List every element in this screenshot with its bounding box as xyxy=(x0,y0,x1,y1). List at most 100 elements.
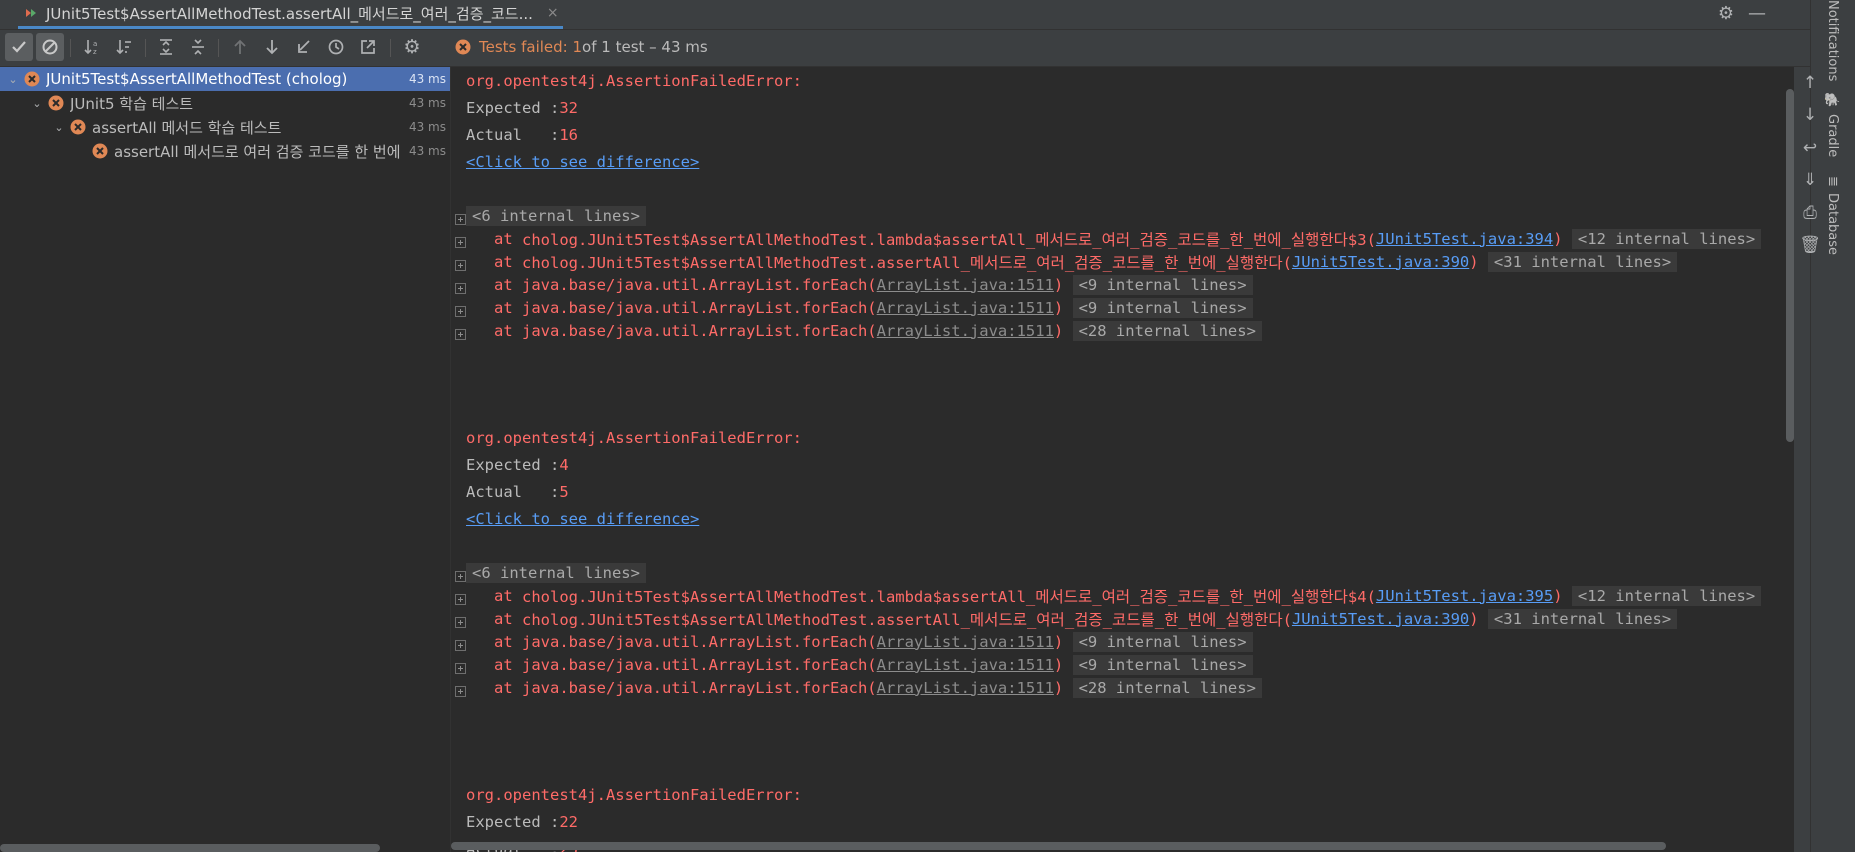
source-link[interactable]: JUnit5Test.java:390 xyxy=(1292,253,1469,271)
internal-lines-fold[interactable]: <12 internal lines> xyxy=(1571,228,1762,249)
internal-lines-fold[interactable]: <6 internal lines> xyxy=(466,562,646,583)
notifications-tool-button[interactable]: Notifications xyxy=(1825,0,1840,81)
scroll-up-icon[interactable]: ↑ xyxy=(1799,72,1821,94)
actual-line: Actual :5 xyxy=(466,478,569,505)
export-tests-button[interactable] xyxy=(354,33,382,61)
source-link[interactable]: ArrayList.java:1511 xyxy=(877,322,1054,340)
source-link[interactable]: JUnit5Test.java:390 xyxy=(1292,610,1469,628)
source-link[interactable]: ArrayList.java:1511 xyxy=(877,656,1054,674)
tree-node-assertall-study[interactable]: ⌄ assertAll 메서드 학습 테스트 43 ms xyxy=(0,115,450,139)
show-passed-button[interactable] xyxy=(5,33,33,61)
gradle-tool-button[interactable]: 🐘 Gradle xyxy=(1825,92,1840,157)
tree-node-assertall-test[interactable]: assertAll 메서드로 여러 검증 코드를 한 번에 43 ms xyxy=(0,139,450,163)
next-failed-button[interactable] xyxy=(258,33,286,61)
run-tab[interactable]: JUnit5Test$AssertAllMethodTest.assertAll… xyxy=(18,0,563,29)
expand-all-button[interactable] xyxy=(152,33,180,61)
tree-node-label: assertAll 메서드로 여러 검증 코드를 한 번에 xyxy=(114,142,401,161)
test-history-button[interactable] xyxy=(322,33,350,61)
stack-at: at xyxy=(466,275,522,294)
toolbar-separator xyxy=(70,39,71,57)
show-passed-icon xyxy=(12,41,26,53)
print-icon[interactable]: ⎙ xyxy=(1799,202,1821,224)
gear-icon[interactable]: ⚙ xyxy=(1718,3,1734,24)
chevron-down-icon[interactable]: ⌄ xyxy=(30,97,44,110)
error-line: org.opentest4j.AssertionFailedError: xyxy=(466,67,802,94)
tree-node-duration: 43 ms xyxy=(408,144,446,158)
svg-text:z: z xyxy=(93,48,97,56)
chevron-down-icon[interactable]: ⌄ xyxy=(6,73,20,86)
stack-at: at xyxy=(466,632,522,651)
source-link[interactable]: ArrayList.java:1511 xyxy=(877,633,1054,651)
fold-toggle-icon[interactable] xyxy=(455,686,466,697)
actual-line: Actual :16 xyxy=(466,121,578,148)
fold-toggle-icon[interactable] xyxy=(455,260,466,271)
stack-paren: ) xyxy=(1053,655,1073,674)
stack-paren: ) xyxy=(1053,678,1073,697)
toolbar-separator xyxy=(390,39,391,57)
tree-node-junit5-study[interactable]: ⌄ JUnit5 학습 테스트 43 ms xyxy=(0,91,450,115)
fold-toggle-icon[interactable] xyxy=(455,237,466,248)
internal-lines-fold[interactable]: <9 internal lines> xyxy=(1072,274,1253,295)
test-status: Tests failed: 1 of 1 test – 43 ms xyxy=(455,38,708,56)
expected-label: Expected : xyxy=(466,98,560,117)
actual-label: Actual : xyxy=(466,482,560,501)
sort-duration-button[interactable] xyxy=(110,33,138,61)
tree-horizontal-scrollbar[interactable] xyxy=(0,844,380,852)
sort-alpha-button[interactable]: az xyxy=(78,33,106,61)
fold-toggle-icon[interactable] xyxy=(455,571,466,582)
tree-node-duration: 43 ms xyxy=(408,120,446,134)
internal-lines-fold[interactable]: <12 internal lines> xyxy=(1571,585,1762,606)
stack-frame: cholog.JUnit5Test$AssertAllMethodTest.la… xyxy=(522,587,1376,606)
stack-frame: cholog.JUnit5Test$AssertAllMethodTest.as… xyxy=(522,610,1292,629)
fold-toggle-icon[interactable] xyxy=(455,283,466,294)
fold-toggle-icon[interactable] xyxy=(455,306,466,317)
console-horizontal-scrollbar[interactable] xyxy=(451,842,1666,850)
database-tool-button[interactable]: ≣ Database xyxy=(1825,176,1840,255)
chevron-down-icon[interactable]: ⌄ xyxy=(52,121,66,134)
history-icon xyxy=(328,39,344,55)
collapse-all-button[interactable] xyxy=(184,33,212,61)
tree-node-duration: 43 ms xyxy=(408,96,446,110)
toolbar-separator xyxy=(145,39,146,57)
error-line: org.opentest4j.AssertionFailedError: xyxy=(466,424,802,451)
source-link[interactable]: ArrayList.java:1511 xyxy=(877,276,1054,294)
previous-failed-button[interactable] xyxy=(226,33,254,61)
internal-lines-fold[interactable]: <31 internal lines> xyxy=(1487,608,1678,629)
internal-lines-fold[interactable]: <9 internal lines> xyxy=(1072,297,1253,318)
console-vertical-scrollbar[interactable] xyxy=(1786,89,1794,442)
source-link[interactable]: JUnit5Test.java:395 xyxy=(1376,587,1553,605)
internal-lines-fold[interactable]: <28 internal lines> xyxy=(1072,677,1262,698)
fold-toggle-icon[interactable] xyxy=(455,329,466,340)
fold-toggle-icon[interactable] xyxy=(455,594,466,605)
soft-wrap-icon[interactable]: ↩ xyxy=(1799,137,1821,159)
close-tab-icon[interactable]: × xyxy=(547,5,559,21)
source-link[interactable]: ArrayList.java:1511 xyxy=(877,679,1054,697)
next-failed-icon xyxy=(266,40,278,55)
stack-paren: ) xyxy=(1053,298,1073,317)
internal-lines-fold[interactable]: <31 internal lines> xyxy=(1487,251,1678,272)
import-tests-icon xyxy=(298,40,310,53)
internal-lines-fold[interactable]: <9 internal lines> xyxy=(1072,654,1253,675)
stack-at: at xyxy=(466,252,522,271)
scroll-down-icon[interactable]: ↓ xyxy=(1799,104,1821,126)
scroll-to-end-icon[interactable]: ⇓ xyxy=(1799,169,1821,191)
import-tests-button[interactable] xyxy=(290,33,318,61)
fold-toggle-icon[interactable] xyxy=(455,617,466,628)
minimize-icon[interactable]: — xyxy=(1748,3,1766,24)
previous-failed-icon xyxy=(234,39,246,54)
gradle-icon: 🐘 xyxy=(1825,92,1840,108)
internal-lines-fold[interactable]: <28 internal lines> xyxy=(1072,320,1262,341)
fold-toggle-icon[interactable] xyxy=(455,663,466,674)
fold-toggle-icon[interactable] xyxy=(455,640,466,651)
tree-node-root[interactable]: ⌄ JUnit5Test$AssertAllMethodTest (cholog… xyxy=(0,67,450,91)
clear-all-icon[interactable]: 🗑 xyxy=(1799,234,1821,256)
click-to-see-difference-link[interactable]: <Click to see difference> xyxy=(466,510,699,528)
settings-button[interactable]: ⚙ xyxy=(398,33,426,61)
internal-lines-fold[interactable]: <6 internal lines> xyxy=(466,205,646,226)
fold-toggle-icon[interactable] xyxy=(455,214,466,225)
show-ignored-button[interactable] xyxy=(36,33,64,61)
source-link[interactable]: JUnit5Test.java:394 xyxy=(1376,230,1553,248)
source-link[interactable]: ArrayList.java:1511 xyxy=(877,299,1054,317)
internal-lines-fold[interactable]: <9 internal lines> xyxy=(1072,631,1253,652)
click-to-see-difference-link[interactable]: <Click to see difference> xyxy=(466,153,699,171)
